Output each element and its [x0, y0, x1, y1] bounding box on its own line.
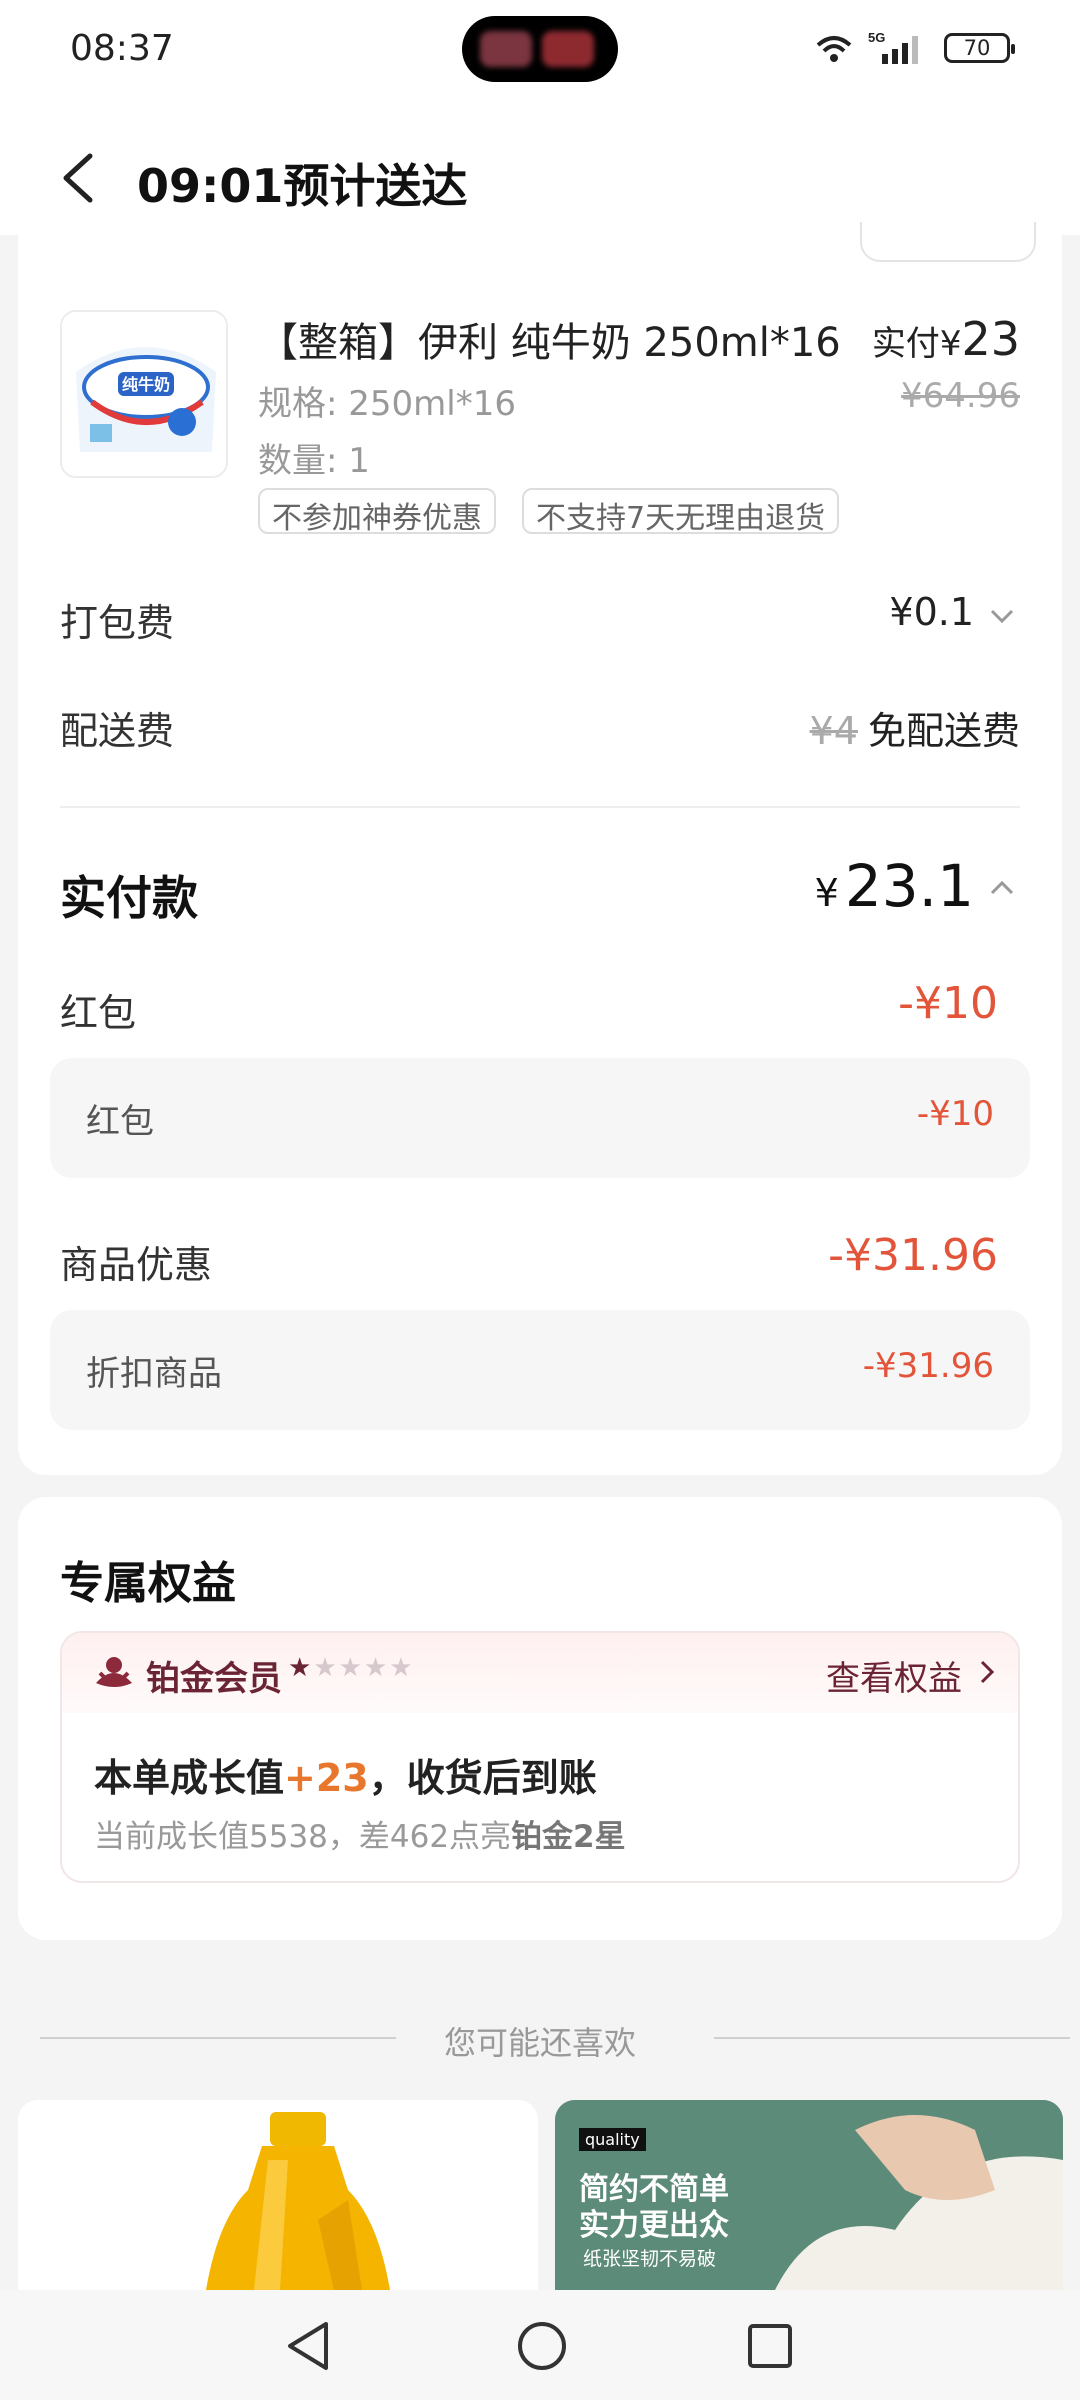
total-paid-value[interactable]: ¥23.1 [815, 852, 974, 920]
product-quantity: 数量: 1 [258, 441, 370, 481]
total-paid-label: 实付款 [60, 871, 198, 925]
order-detail-card: 纯牛奶 【整箱】伊利 纯牛奶 250ml*16 实付¥23 规格: 250ml*… [18, 222, 1062, 1475]
delivery-fee-label: 配送费 [60, 709, 175, 753]
ad-badge: quality [579, 2128, 646, 2151]
product-original-price: ¥64.96 [901, 376, 1020, 416]
chevron-right-icon[interactable] [978, 1659, 996, 1685]
goods-discount-sub-value: -¥31.96 [862, 1346, 994, 1386]
ad-headline-2: 实力更出众 [579, 2208, 729, 2243]
product-name[interactable]: 【整箱】伊利 纯牛奶 250ml*16 [258, 310, 848, 368]
goods-discount-sub-label: 折扣商品 [86, 1354, 222, 1394]
camera-island [462, 16, 618, 82]
top-navigation: 09:01预计送达 [0, 100, 1080, 235]
drink-bottle-image [18, 2100, 538, 2290]
member-level: 铂金会员 [146, 1659, 282, 1699]
status-bar: 08:37 5G 70 [0, 0, 1080, 100]
growth-progress-line: 当前成长值5538，差462点亮铂金2星 [94, 1819, 626, 1855]
wifi-icon [816, 36, 852, 62]
nav-recents-icon[interactable] [744, 2318, 796, 2374]
nav-home-icon[interactable] [514, 2318, 570, 2374]
back-arrow-icon[interactable] [60, 152, 96, 204]
recommend-title: 您可能还喜欢 [443, 2024, 636, 2062]
battery-level: 70 [963, 36, 991, 60]
redpacket-sub-label: 红包 [86, 1102, 154, 1142]
blurred-avatar-icon [542, 31, 594, 67]
svg-text:5G: 5G [868, 30, 885, 45]
packing-fee-value[interactable]: ¥0.1 [889, 590, 974, 634]
growth-value: +23 [284, 1756, 369, 1800]
status-icons: 5G 70 [814, 30, 1015, 66]
membership-box[interactable]: 铂金会员 ★★★★★ 查看权益 本单成长值+23，收货后到账 当前成长值5538… [60, 1631, 1020, 1883]
redpacket-detail-box: 红包 -¥10 [50, 1058, 1030, 1178]
chevron-down-icon[interactable] [990, 608, 1014, 624]
exclusive-benefits-card: 专属权益 铂金会员 ★★★★★ 查看权益 本单成长值+23，收货后到账 当前成长… [18, 1497, 1062, 1940]
battery-icon: 70 [944, 33, 1015, 63]
product-paid-amount: 实付¥23 [871, 312, 1020, 366]
redpacket-label: 红包 [60, 991, 137, 1035]
chevron-up-icon[interactable] [990, 880, 1014, 896]
svg-text:纯牛奶: 纯牛奶 [122, 375, 170, 394]
blurred-avatar-icon [480, 31, 532, 67]
recommend-item-tissue[interactable]: quality 简约不简单 实力更出众 纸张坚韧不易破 [555, 2100, 1063, 2290]
signal-5g-icon: 5G [868, 30, 918, 64]
redpacket-value: -¥10 [898, 978, 998, 1029]
view-benefits-link[interactable]: 查看权益 [826, 1651, 962, 1700]
member-stars: ★★★★★ [288, 1653, 415, 1683]
system-navigation-bar [0, 2290, 1080, 2400]
product-thumbnail[interactable]: 纯牛奶 [60, 310, 228, 478]
membership-header: 铂金会员 ★★★★★ 查看权益 [62, 1633, 1018, 1713]
redpacket-sub-value: -¥10 [916, 1094, 994, 1134]
product-spec: 规格: 250ml*16 [258, 384, 516, 424]
milk-box-image: 纯牛奶 [62, 312, 226, 476]
page-title: 09:01预计送达 [137, 159, 468, 213]
delivery-original-price: ¥4 [809, 709, 858, 753]
member-star-filled: ★ [288, 1653, 314, 1683]
tag-no-coupon: 不参加神券优惠 [258, 488, 496, 536]
status-time: 08:37 [70, 28, 174, 69]
member-star-empty: ★★★★ [313, 1653, 415, 1683]
nav-back-icon[interactable] [282, 2318, 334, 2374]
partial-button[interactable] [860, 222, 1036, 262]
member-badge-icon [96, 1657, 132, 1687]
ad-subline: 纸张坚韧不易破 [583, 2248, 717, 2270]
packing-fee-label: 打包费 [60, 601, 175, 645]
growth-value-line: 本单成长值+23，收货后到账 [94, 1756, 597, 1800]
goods-discount-label: 商品优惠 [60, 1243, 213, 1287]
benefits-title: 专属权益 [60, 1558, 236, 1609]
recommend-item-drink[interactable] [18, 2100, 538, 2290]
divider [60, 806, 1020, 808]
goods-discount-detail-box: 折扣商品 -¥31.96 [50, 1310, 1030, 1430]
tag-no-return: 不支持7天无理由退货 [522, 488, 840, 536]
delivery-fee-value: ¥4 免配送费 [809, 709, 1020, 753]
goods-discount-value: -¥31.96 [828, 1230, 998, 1281]
